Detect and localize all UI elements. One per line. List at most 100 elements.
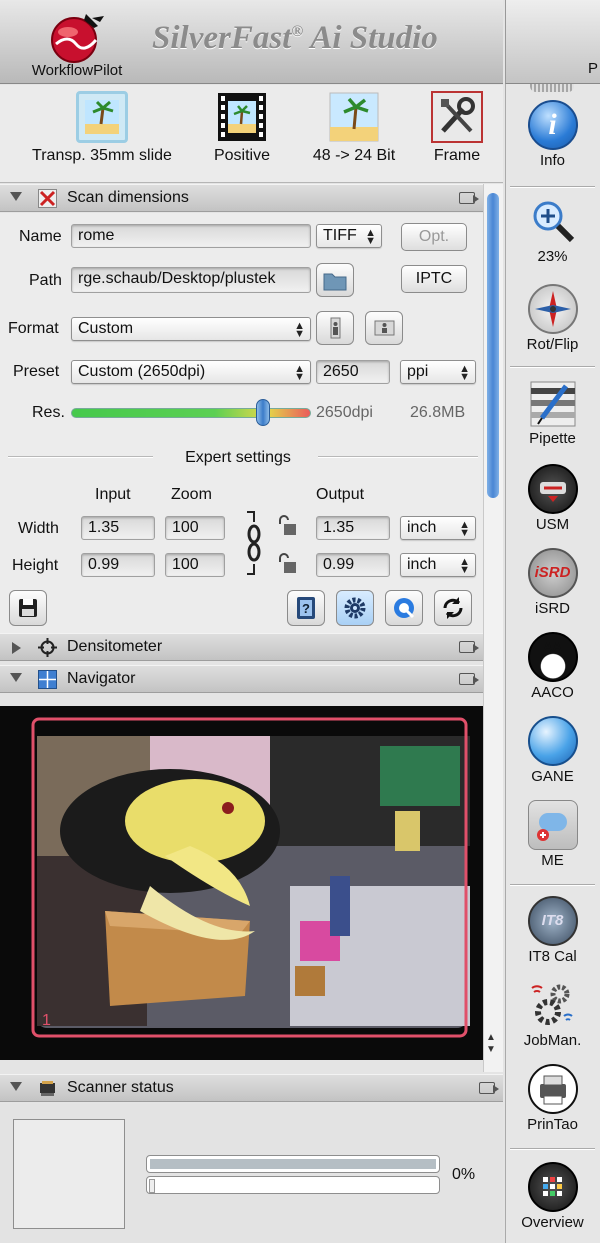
quicktime-button[interactable] — [385, 590, 423, 626]
gane-icon — [527, 716, 578, 766]
scanner-icon — [38, 1079, 57, 1098]
resolution-slider-knob[interactable] — [256, 399, 270, 426]
opt-button[interactable]: Opt. — [401, 223, 467, 251]
height-unit-select[interactable]: inch ▲ ▼ — [400, 553, 476, 577]
tool-rot-flip[interactable]: Rot/Flip — [505, 284, 600, 353]
preset-dpi-field[interactable]: 2650 — [316, 360, 390, 384]
densitometer-title: Densitometer — [67, 638, 163, 655]
width-lock-icon[interactable] — [276, 514, 298, 538]
scan-dimensions-header[interactable]: Scan dimensions — [0, 184, 483, 212]
collapse-triangle-icon[interactable] — [10, 673, 22, 682]
sidebar-grip[interactable] — [530, 84, 574, 92]
height-zoom-field[interactable]: 100 — [165, 553, 225, 577]
scrollbar-thumb[interactable] — [487, 193, 499, 498]
detach-panel-icon[interactable] — [479, 1082, 499, 1094]
height-input-field[interactable]: 0.99 — [81, 553, 155, 577]
isrd-icon: iSRD — [527, 548, 578, 598]
collapse-triangle-icon[interactable] — [10, 192, 22, 201]
aaco-icon: AA — [527, 632, 578, 682]
preset-unit-select[interactable]: ppi ▲ ▼ — [400, 360, 476, 384]
frame-label: Frame — [433, 147, 481, 164]
scroll-arrows-icon[interactable]: ▲ ▼ — [486, 1032, 496, 1056]
file-format-select[interactable]: TIFF ▲ ▼ — [316, 224, 382, 248]
reset-button[interactable] — [434, 590, 472, 626]
width-zoom-field[interactable]: 100 — [165, 516, 225, 540]
bit-depth-label: 48 -> 24 Bit — [312, 147, 396, 164]
expand-triangle-icon[interactable] — [12, 642, 21, 654]
crosshair-icon — [38, 638, 57, 657]
workflowpilot-logo-icon[interactable] — [48, 10, 106, 64]
right-header — [505, 0, 600, 84]
densitometer-header[interactable]: Densitometer — [0, 633, 483, 661]
tools-icon — [431, 91, 483, 143]
help-button[interactable]: ? — [287, 590, 325, 626]
frame-button[interactable]: Frame — [425, 91, 489, 165]
transp-slide-button[interactable]: Transp. 35mm slide — [22, 91, 182, 165]
preset-label: Preset — [13, 363, 60, 380]
progress-percent: 0% — [452, 1166, 476, 1183]
tool-zoom[interactable]: 23% — [505, 196, 600, 265]
settings-button[interactable] — [336, 590, 374, 626]
width-unit-select[interactable]: inch ▲ ▼ — [400, 516, 476, 540]
preset-select[interactable]: Custom (2650dpi) ▲ ▼ — [71, 360, 311, 384]
tool-info-label: Info — [539, 152, 566, 169]
width-input-field[interactable]: 1.35 — [81, 516, 155, 540]
usm-icon — [527, 464, 578, 514]
tool-overview[interactable]: Overview — [505, 1162, 600, 1231]
landscape-button[interactable] — [365, 311, 403, 345]
navigator-preview[interactable]: 1 — [0, 706, 483, 1060]
sidebar-separator — [510, 884, 595, 886]
format-label: Format — [8, 320, 59, 337]
tool-gane[interactable]: GANE — [505, 716, 600, 785]
detach-panel-icon[interactable] — [459, 641, 479, 653]
detach-panel-icon[interactable] — [459, 192, 479, 204]
resolution-slider-track[interactable] — [71, 408, 311, 418]
tool-printao[interactable]: PrinTao — [505, 1064, 600, 1133]
height-output-field[interactable]: 0.99 — [316, 553, 390, 577]
current-progress-bar — [146, 1176, 440, 1194]
format-select[interactable]: Custom ▲ ▼ — [71, 317, 311, 341]
transp-slide-label: Transp. 35mm slide — [32, 147, 172, 164]
name-field[interactable]: rome — [71, 224, 311, 248]
tool-rot-flip-label: Rot/Flip — [526, 336, 579, 353]
navigator-header[interactable]: Navigator — [0, 665, 483, 693]
tool-me[interactable]: ME — [505, 800, 600, 869]
tool-it8-cal[interactable]: IT8 IT8 Cal — [505, 896, 600, 965]
tool-jobman[interactable]: JobMan. — [505, 980, 600, 1049]
collapse-triangle-icon[interactable] — [10, 1082, 22, 1091]
clipped-header-text: P — [588, 60, 599, 77]
portrait-icon — [330, 317, 341, 339]
path-label: Path — [29, 272, 62, 289]
chain-link-icon[interactable] — [243, 508, 265, 578]
jobman-icon — [528, 980, 578, 1030]
zoom-level-label: 23% — [537, 248, 568, 265]
navigator-grid-icon — [38, 670, 57, 689]
scan-thumbnail — [13, 1119, 125, 1229]
width-output-field[interactable]: 1.35 — [316, 516, 390, 540]
expert-settings-label[interactable]: Expert settings — [162, 449, 314, 467]
file-format-value: TIFF — [323, 227, 357, 244]
scanner-status-header[interactable]: Scanner status — [0, 1074, 503, 1102]
path-field[interactable]: rge.schaub/Desktop/plustek — [71, 267, 311, 293]
sidebar-separator — [510, 366, 595, 368]
compass-icon — [527, 284, 578, 334]
tool-aaco[interactable]: AA AACO — [505, 632, 600, 701]
folder-button[interactable] — [316, 263, 354, 297]
iptc-button[interactable]: IPTC — [401, 265, 467, 293]
tool-it8-cal-label: IT8 Cal — [528, 948, 577, 965]
scan-dimensions-icon — [38, 189, 57, 208]
bit-depth-button[interactable]: 48 -> 24 Bit — [300, 91, 408, 165]
tool-isrd[interactable]: iSRD iSRD — [505, 548, 600, 617]
tool-isrd-label: iSRD — [534, 600, 570, 617]
tool-info[interactable]: i Info — [505, 100, 600, 169]
portrait-button[interactable] — [316, 311, 354, 345]
positive-label: Positive — [213, 147, 271, 164]
height-lock-icon[interactable] — [276, 552, 298, 576]
tool-usm[interactable]: USM — [505, 464, 600, 533]
preset-unit-value: ppi — [407, 363, 429, 380]
positive-button[interactable]: Positive — [200, 91, 284, 165]
detach-panel-icon[interactable] — [459, 673, 479, 685]
slide-icon — [76, 91, 128, 143]
save-settings-button[interactable] — [9, 590, 47, 626]
tool-pipette[interactable]: Pipette — [505, 378, 600, 447]
